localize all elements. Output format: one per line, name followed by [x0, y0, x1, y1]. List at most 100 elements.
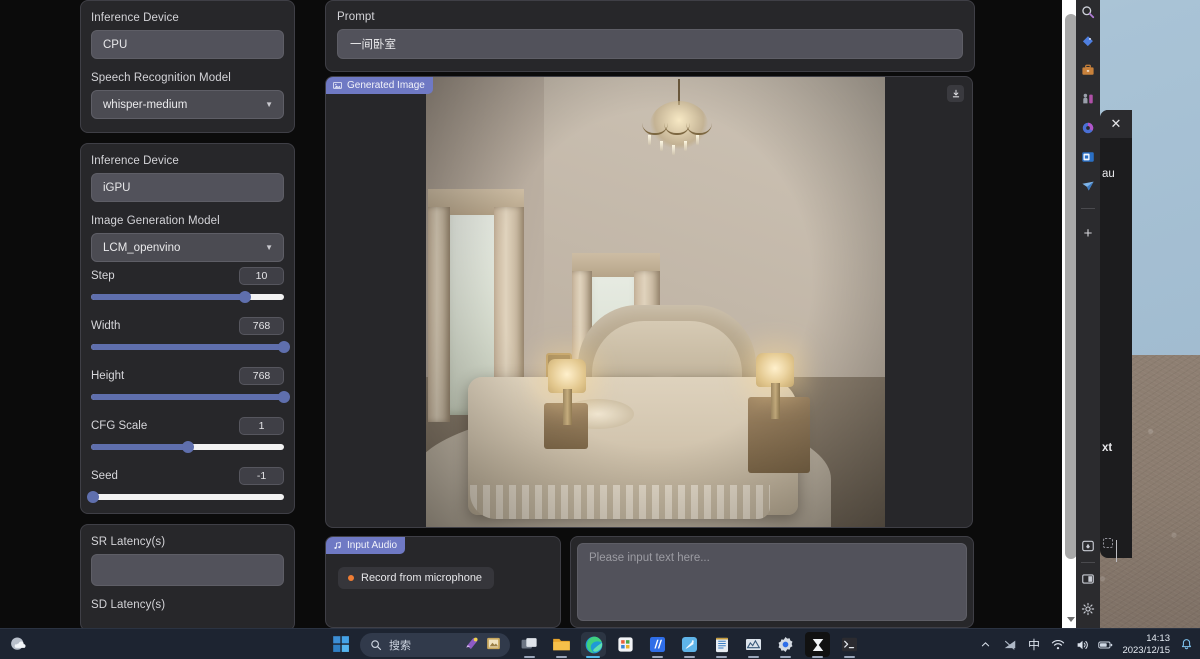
- slider-cfg-scale[interactable]: CFG Scale 1: [91, 416, 284, 453]
- ig-device-label: Inference Device: [91, 155, 179, 167]
- sr-model-dropdown[interactable]: whisper-medium ▼: [91, 90, 284, 119]
- prompt-input[interactable]: 一间卧室: [337, 29, 963, 59]
- settings-gear-icon[interactable]: [773, 632, 798, 658]
- clock-date: 2023/12/15: [1122, 644, 1170, 656]
- volume-icon[interactable]: [1074, 637, 1089, 652]
- slider-track[interactable]: [91, 291, 284, 303]
- music-note-icon: [334, 541, 341, 550]
- flyout-text-fragment-top: au: [1102, 168, 1115, 180]
- chevron-down-icon: ▼: [265, 100, 273, 109]
- text-input-panel: Please input text here...: [570, 536, 974, 628]
- slider-value-input[interactable]: 768: [239, 316, 284, 335]
- flyout-close-button[interactable]: ✕: [1100, 110, 1132, 138]
- slider-step[interactable]: Step 10: [91, 266, 284, 303]
- slider-value-input[interactable]: -1: [239, 466, 284, 485]
- sr-device-input[interactable]: CPU: [91, 30, 284, 59]
- slider-label: Width: [91, 319, 121, 332]
- sr-latency-input[interactable]: [91, 554, 284, 586]
- slider-value-input[interactable]: 10: [239, 266, 284, 285]
- image-sticker-icon[interactable]: [485, 635, 502, 655]
- prompt-panel: Prompt 一间卧室: [325, 0, 975, 72]
- shopping-tag-icon[interactable]: [1079, 32, 1097, 50]
- text-input-area[interactable]: Please input text here...: [577, 543, 967, 621]
- slider-label: Seed: [91, 469, 118, 482]
- rail-divider: [1081, 208, 1095, 209]
- image-icon: [333, 82, 342, 89]
- ime-indicator[interactable]: 中: [1026, 637, 1041, 652]
- weather-cloud-icon[interactable]: [8, 634, 30, 655]
- copilot-sticker-icon[interactable]: [463, 634, 482, 656]
- record-button-label: Record from microphone: [361, 572, 483, 584]
- games-icon[interactable]: [1079, 90, 1097, 108]
- battery-icon[interactable]: [1098, 637, 1113, 652]
- taskbar-center-group: 搜索: [331, 632, 862, 658]
- outlook-icon[interactable]: [1079, 148, 1097, 166]
- microsoft-edge-icon[interactable]: [581, 632, 606, 658]
- sr-device-label: Inference Device: [91, 12, 179, 24]
- flyout-bottom-icon[interactable]: [1102, 536, 1116, 550]
- clock-time: 14:13: [1146, 632, 1170, 644]
- speech-recognition-panel: Inference Device CPU Speech Recognition …: [80, 0, 295, 133]
- ig-device-input[interactable]: iGPU: [91, 173, 284, 202]
- input-audio-chip: Input Audio: [326, 537, 406, 554]
- bell-icon[interactable]: [1179, 637, 1194, 652]
- network-icon[interactable]: [1002, 637, 1017, 652]
- slider-width[interactable]: Width 768: [91, 316, 290, 353]
- generated-image-panel: Generated Image: [325, 76, 973, 528]
- sd-latency-label: SD Latency(s): [91, 599, 166, 611]
- sr-model-label: Speech Recognition Model: [91, 72, 231, 84]
- terminal-icon[interactable]: [837, 632, 862, 658]
- copilot-icon[interactable]: [1079, 119, 1097, 137]
- download-icon: [952, 89, 959, 97]
- screen: Inference Device CPU Speech Recognition …: [0, 0, 1200, 659]
- record-from-microphone-button[interactable]: Record from microphone: [338, 567, 495, 589]
- analytics-app-icon[interactable]: [677, 632, 702, 658]
- sr-latency-label: SR Latency(s): [91, 536, 166, 548]
- generated-image-chip-label: Generated Image: [347, 80, 425, 91]
- taskbar-clock[interactable]: 14:13 2023/12/15: [1122, 633, 1170, 657]
- file-explorer-icon[interactable]: [549, 632, 574, 658]
- chevron-up-icon[interactable]: [978, 637, 993, 652]
- slider-track[interactable]: [86, 491, 284, 503]
- windows-start-icon[interactable]: [331, 634, 353, 656]
- browser-essentials-icon[interactable]: [1079, 537, 1097, 555]
- scrollbar-down-arrow-icon[interactable]: [1067, 617, 1075, 622]
- download-image-button[interactable]: [947, 85, 964, 102]
- briefcase-icon[interactable]: [1079, 61, 1097, 79]
- search-icon[interactable]: [1079, 3, 1097, 21]
- prompt-column: Prompt 一间卧室: [325, 0, 975, 72]
- notepad-icon[interactable]: [709, 632, 734, 658]
- flyout-text-fragment-mid: xt: [1102, 442, 1113, 454]
- search-icon: [371, 639, 382, 650]
- taskview-icon[interactable]: [517, 632, 542, 658]
- slider-track[interactable]: [91, 441, 284, 453]
- image-generation-panel: Inference Device iGPU Image Generation M…: [80, 143, 295, 514]
- slider-seed[interactable]: Seed -1: [86, 466, 284, 503]
- paper-plane-icon[interactable]: [1079, 177, 1097, 195]
- add-sidebar-app-button[interactable]: +: [1079, 224, 1097, 242]
- slider-value-input[interactable]: 1: [239, 416, 284, 435]
- wifi-icon[interactable]: [1050, 637, 1065, 652]
- chart-app-icon[interactable]: [741, 632, 766, 658]
- media-app-icon[interactable]: [645, 632, 670, 658]
- microsoft-store-icon[interactable]: [613, 632, 638, 657]
- taskbar-search-box[interactable]: 搜索: [360, 632, 510, 657]
- chevron-down-icon: ▼: [265, 243, 273, 252]
- slider-track[interactable]: [91, 341, 290, 353]
- slider-track[interactable]: [91, 391, 290, 403]
- slider-label: CFG Scale: [91, 419, 148, 432]
- left-control-column: Inference Device CPU Speech Recognition …: [80, 0, 295, 628]
- settings-gear-icon[interactable]: [1079, 600, 1097, 618]
- hourglass-app-icon[interactable]: [805, 632, 830, 658]
- slider-height[interactable]: Height 768: [91, 366, 290, 403]
- slider-value-input[interactable]: 768: [239, 366, 284, 385]
- ig-model-label: Image Generation Model: [91, 215, 220, 227]
- taskbar-search-placeholder: 搜索: [389, 639, 411, 652]
- record-dot-icon: [348, 575, 354, 581]
- split-screen-icon[interactable]: [1079, 570, 1097, 588]
- prompt-label: Prompt: [337, 11, 375, 23]
- edge-sidebar-flyout: ✕ au xt: [1100, 110, 1132, 562]
- ig-model-dropdown[interactable]: LCM_openvino ▼: [91, 233, 284, 262]
- browser-window: Inference Device CPU Speech Recognition …: [0, 0, 1080, 628]
- edge-sidebar-rail: +: [1076, 0, 1100, 628]
